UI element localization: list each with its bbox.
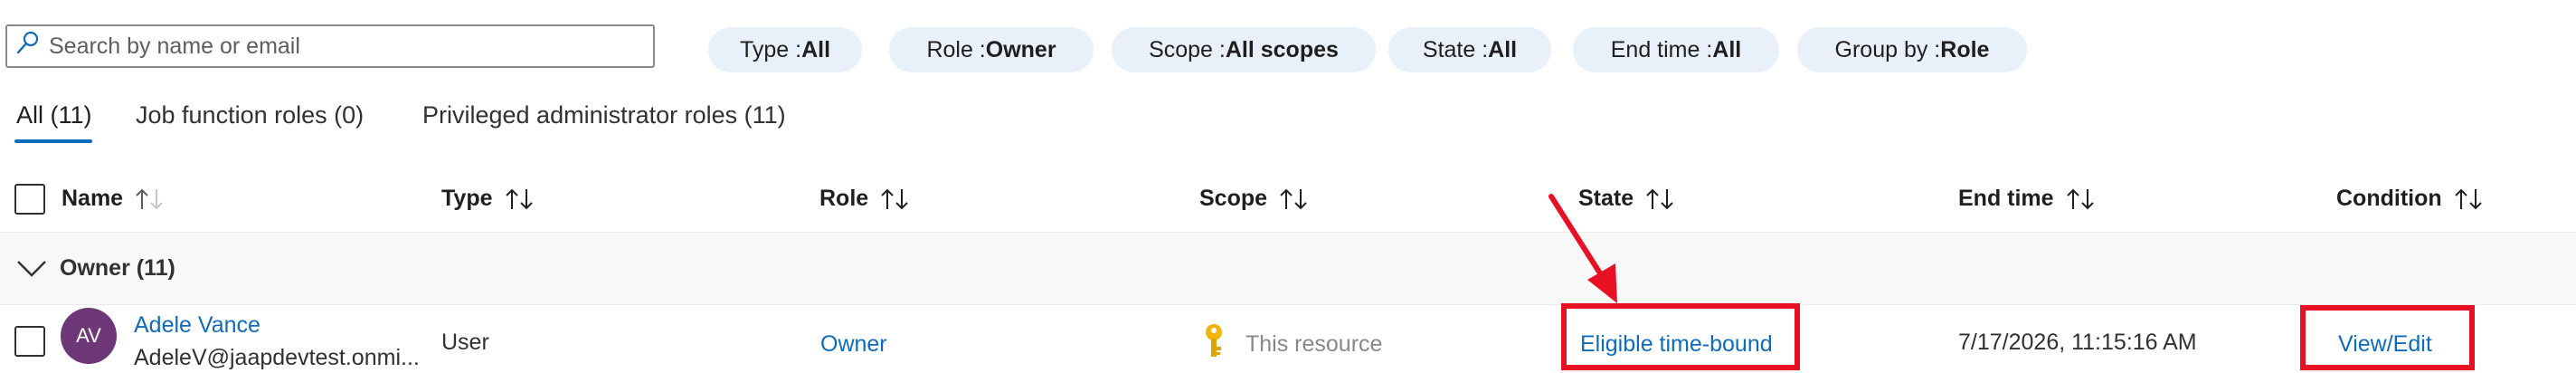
annotation-arrow-icon <box>1548 194 1617 303</box>
